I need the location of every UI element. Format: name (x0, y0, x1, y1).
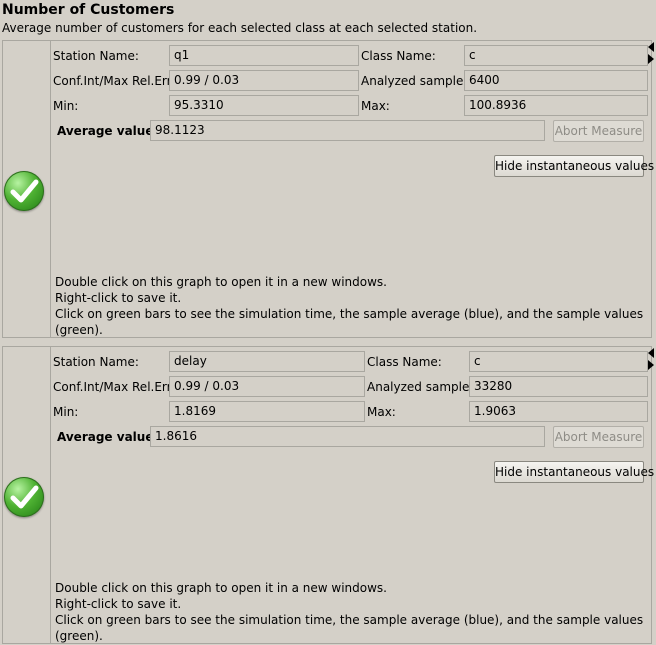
green-check-icon (4, 477, 44, 517)
status-column (3, 41, 51, 337)
split-arrows-icon[interactable] (647, 347, 655, 371)
max-label: Max: (361, 99, 390, 113)
analyzed-samples-field: 6400 (464, 70, 648, 91)
measure-panel-delay: Station Name: delay Class Name: c Conf.I… (2, 346, 655, 644)
page-title: Number of Customers (2, 2, 175, 18)
help-line-green-bars: Click on green bars to see the simulatio… (55, 307, 644, 337)
average-value-label: Average value: (57, 124, 159, 138)
analyzed-samples-label: Analyzed samples: (361, 74, 474, 88)
conf-int-field: 0.99 / 0.03 (169, 70, 359, 91)
green-check-icon (4, 171, 44, 211)
abort-measure-button[interactable]: Abort Measure (553, 426, 644, 448)
analyzed-samples-field: 33280 (469, 376, 648, 397)
conf-int-field: 0.99 / 0.03 (169, 376, 365, 397)
average-value-field: 1.8616 (150, 426, 545, 447)
hide-instantaneous-values-button[interactable]: Hide instantaneous values (494, 461, 654, 483)
min-label: Min: (53, 99, 79, 113)
split-arrows-icon[interactable] (647, 41, 655, 65)
help-line-right-click: Right-click to save it. (55, 291, 182, 305)
min-field: 95.3310 (169, 95, 359, 116)
max-field: 100.8936 (464, 95, 648, 116)
class-name-label: Class Name: (367, 355, 442, 369)
conf-int-label: Conf.Int/Max Rel.Err: (53, 380, 176, 394)
class-name-field: c (464, 45, 648, 66)
hide-instantaneous-values-button[interactable]: Hide instantaneous values (494, 155, 654, 177)
help-text: Double click on this graph to open it in… (55, 580, 651, 644)
conf-int-label: Conf.Int/Max Rel.Err: (53, 74, 176, 88)
min-label: Min: (53, 405, 79, 419)
page-subtitle: Average number of customers for each sel… (2, 21, 478, 35)
min-field: 1.8169 (169, 401, 365, 422)
station-name-field: delay (169, 351, 365, 372)
station-name-label: Station Name: (53, 355, 139, 369)
help-line-double-click: Double click on this graph to open it in… (55, 275, 387, 289)
help-line-green-bars: Click on green bars to see the simulatio… (55, 613, 644, 643)
status-column (3, 347, 51, 643)
help-line-right-click: Right-click to save it. (55, 597, 182, 611)
average-value-field: 98.1123 (150, 120, 545, 141)
abort-measure-button[interactable]: Abort Measure (553, 120, 644, 142)
max-field: 1.9063 (469, 401, 648, 422)
help-text: Double click on this graph to open it in… (55, 274, 651, 338)
analyzed-samples-label: Analyzed samples: (367, 380, 480, 394)
class-name-label: Class Name: (361, 49, 436, 63)
max-label: Max: (367, 405, 396, 419)
measure-panel-q1: Station Name: q1 Class Name: c Conf.Int/… (2, 40, 655, 338)
average-value-label: Average value: (57, 430, 159, 444)
station-name-field: q1 (169, 45, 359, 66)
help-line-double-click: Double click on this graph to open it in… (55, 581, 387, 595)
class-name-field: c (469, 351, 648, 372)
station-name-label: Station Name: (53, 49, 139, 63)
